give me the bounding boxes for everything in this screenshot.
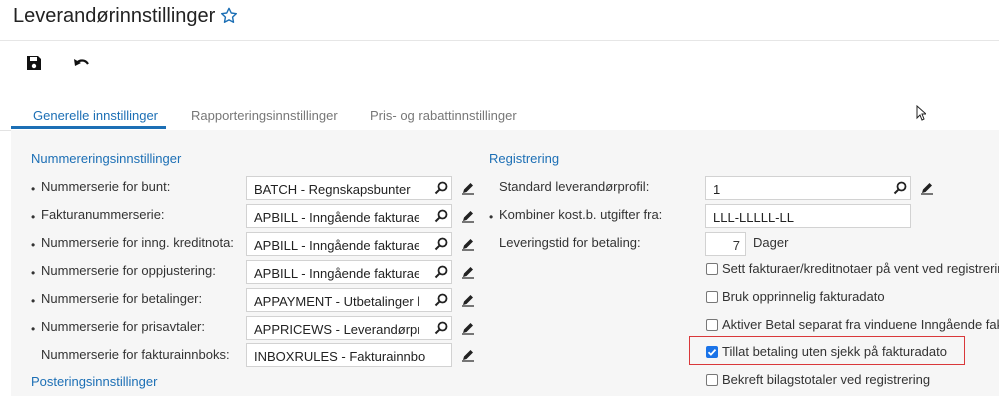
- search-icon[interactable]: [433, 264, 449, 280]
- payment-series-label: Nummerserie for betalinger:: [41, 291, 203, 306]
- pencil-icon[interactable]: [461, 321, 475, 335]
- search-icon[interactable]: [433, 236, 449, 252]
- combine-expense-label: Kombiner kost.b. utgifter fra:: [499, 207, 663, 222]
- vendor-profile-input[interactable]: 1: [705, 176, 911, 200]
- price-agreement-series-input[interactable]: APPRICEWS - Leverandørprisavtaler: [246, 316, 452, 340]
- hold-on-entry-checkbox[interactable]: [706, 263, 718, 275]
- active-tab-indicator: [11, 126, 166, 129]
- search-icon[interactable]: [892, 180, 908, 196]
- tab-price-discount[interactable]: Pris- og rabattinnstillinger: [370, 108, 517, 123]
- pencil-icon[interactable]: [461, 293, 475, 307]
- lead-time-input[interactable]: 7: [705, 232, 746, 256]
- pencil-icon[interactable]: [461, 237, 475, 251]
- tab-reporting[interactable]: Rapporteringsinnstillinger: [191, 108, 338, 123]
- original-doc-date-checkbox[interactable]: [706, 291, 718, 303]
- batch-series-input[interactable]: BATCH - Regnskapsbunter: [246, 176, 452, 200]
- invoice-inbox-series-input[interactable]: INBOXRULES - Fakturainnboks: [246, 343, 452, 367]
- pay-separately-checkbox[interactable]: [706, 319, 718, 331]
- search-icon[interactable]: [433, 180, 449, 196]
- invoice-series-label: Fakturanummerserie:: [41, 207, 165, 222]
- hold-on-entry-label: Sett fakturaer/kreditnotaer på vent ved …: [722, 261, 999, 276]
- favorite-star-icon[interactable]: [219, 6, 239, 26]
- required-marker: •: [489, 210, 494, 224]
- required-marker: •: [31, 182, 36, 196]
- combine-expense-input[interactable]: LLL-LLLLL-LL: [705, 204, 911, 228]
- required-marker: •: [31, 210, 36, 224]
- credit-note-series-label: Nummerserie for inng. kreditnota:: [41, 235, 234, 250]
- adjustment-series-label: Nummerserie for oppjustering:: [41, 263, 216, 278]
- tab-general[interactable]: Generelle innstillinger: [33, 108, 158, 123]
- pencil-icon[interactable]: [461, 181, 475, 195]
- payment-series-input[interactable]: APPAYMENT - Utbetalinger leverandør: [246, 288, 452, 312]
- search-icon[interactable]: [433, 208, 449, 224]
- original-doc-date-label: Bruk opprinnelig fakturadato: [722, 289, 885, 304]
- search-icon[interactable]: [433, 320, 449, 336]
- adjustment-series-input[interactable]: APBILL - Inngående fakturaer: [246, 260, 452, 284]
- credit-note-series-input[interactable]: APBILL - Inngående fakturaer: [246, 232, 452, 256]
- pencil-icon[interactable]: [461, 209, 475, 223]
- mouse-pointer-icon: [916, 105, 926, 121]
- save-icon[interactable]: [23, 52, 45, 74]
- search-icon[interactable]: [433, 292, 449, 308]
- undo-icon[interactable]: [71, 52, 93, 74]
- numbering-section-title: Nummereringsinnstillinger: [31, 151, 182, 166]
- lead-time-label: Leveringstid for betaling:: [499, 235, 641, 250]
- validate-totals-checkbox[interactable]: [706, 374, 718, 386]
- required-marker: •: [31, 238, 36, 252]
- batch-series-label: Nummerserie for bunt:: [41, 179, 171, 194]
- pencil-icon[interactable]: [461, 265, 475, 279]
- lead-time-unit: Dager: [753, 235, 789, 250]
- pay-separately-label: Aktiver Betal separat fra vinduene Inngå…: [722, 317, 999, 332]
- pencil-icon[interactable]: [920, 181, 934, 195]
- highlight-annotation: [689, 336, 965, 365]
- invoice-series-input[interactable]: APBILL - Inngående fakturaer: [246, 204, 452, 228]
- posting-section-title: Posteringsinnstillinger: [31, 374, 158, 389]
- required-marker: •: [31, 266, 36, 280]
- vendor-profile-label: Standard leverandørprofil:: [499, 179, 650, 194]
- page-title: Leverandørinnstillinger: [13, 5, 216, 27]
- invoice-inbox-series-label: Nummerserie for fakturainnboks:: [41, 347, 230, 362]
- header-divider: [0, 40, 999, 41]
- pencil-icon[interactable]: [461, 348, 475, 362]
- required-marker: •: [31, 322, 36, 336]
- registration-section-title: Registrering: [489, 151, 560, 166]
- required-marker: •: [31, 294, 36, 308]
- validate-totals-label: Bekreft bilagstotaler ved registrering: [722, 372, 931, 387]
- price-agreement-series-label: Nummerserie for prisavtaler:: [41, 319, 205, 334]
